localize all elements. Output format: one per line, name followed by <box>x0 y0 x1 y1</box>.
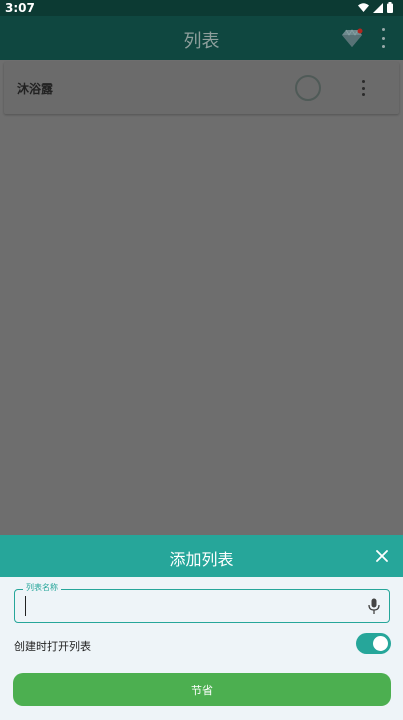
open-on-create-toggle[interactable] <box>356 633 391 654</box>
app-toolbar: 列表 <box>0 16 403 60</box>
signal-icon <box>373 2 383 13</box>
list-name-label: 列表名称 <box>23 582 61 593</box>
list-item-name: 沐浴露 <box>17 82 54 96</box>
list-item[interactable]: 沐浴露 <box>4 62 399 114</box>
open-on-create-label: 创建时打开列表 <box>14 640 91 653</box>
save-button[interactable]: 节省 <box>13 673 391 706</box>
battery-icon <box>387 2 393 13</box>
toggle-knob <box>373 636 388 651</box>
status-icons <box>358 2 393 13</box>
more-vert-icon[interactable] <box>376 28 390 48</box>
sheet-body: 列表名称 创建时打开列表 节省 <box>0 577 403 720</box>
mic-icon[interactable] <box>368 598 380 615</box>
gem-icon[interactable] <box>341 28 363 48</box>
status-bar: 3:07 <box>0 0 403 16</box>
more-vert-icon[interactable] <box>357 80 369 96</box>
list-name-input[interactable] <box>25 596 355 616</box>
close-icon[interactable] <box>374 548 390 564</box>
status-time: 3:07 <box>5 1 35 15</box>
wifi-icon <box>358 2 369 12</box>
progress-ring-icon <box>295 75 321 101</box>
list-name-field[interactable]: 列表名称 <box>14 582 390 623</box>
sheet-header: 添加列表 <box>0 535 403 577</box>
sheet-title: 添加列表 <box>169 550 234 569</box>
